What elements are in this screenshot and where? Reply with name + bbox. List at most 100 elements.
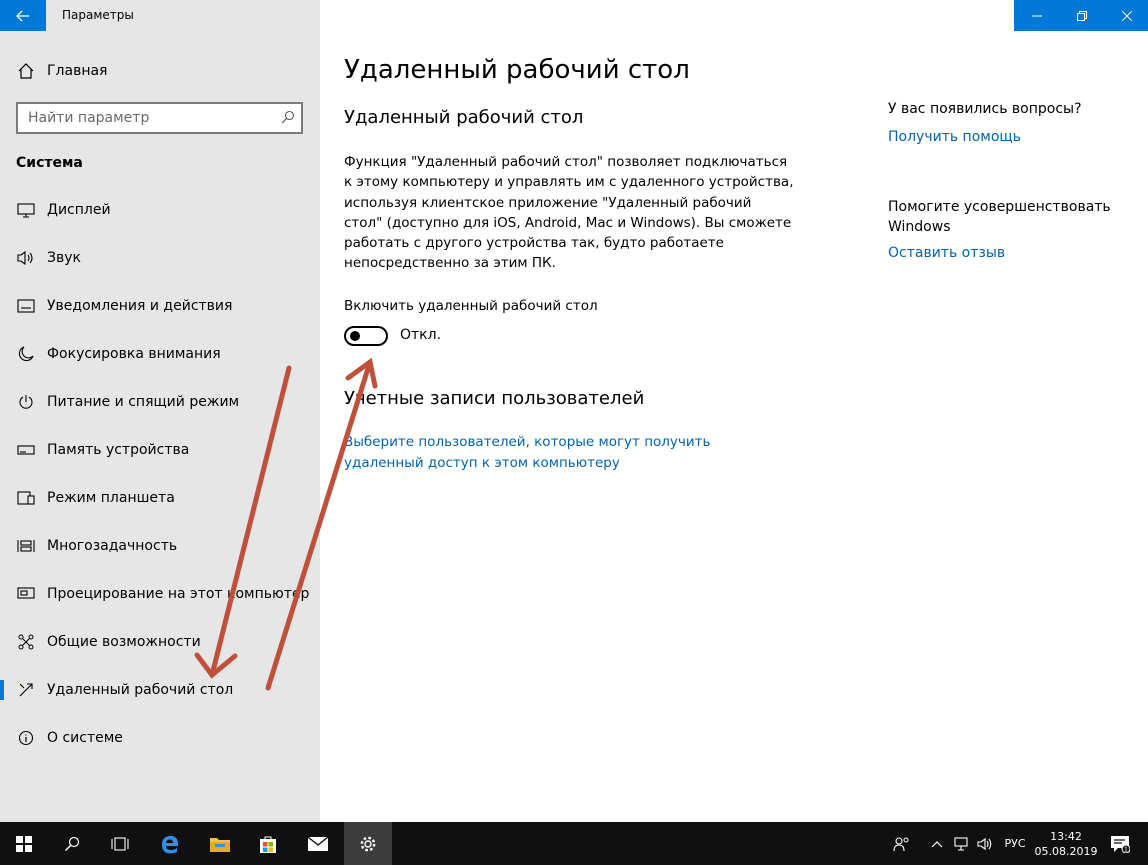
sidebar-item-about[interactable]: О системе	[0, 718, 320, 758]
toggle-knob	[350, 331, 360, 341]
shared-experiences-icon	[16, 632, 36, 652]
clock-date: 05.08.2019	[1034, 844, 1098, 858]
sidebar-item-label: Память устройства	[47, 442, 190, 458]
speaker-icon	[16, 248, 36, 268]
language-indicator[interactable]: РУС	[1000, 822, 1030, 865]
sidebar-item-focus-assist[interactable]: Фокусировка внимания	[0, 334, 320, 374]
sidebar-item-multitasking[interactable]: Многозадачность	[0, 526, 320, 566]
tablet-icon	[16, 488, 36, 508]
remote-desktop-toggle[interactable]	[344, 326, 388, 346]
section-title: Удаленный рабочий стол	[344, 107, 584, 128]
multitasking-icon	[16, 536, 36, 556]
sidebar-item-sound[interactable]: Звук	[0, 238, 320, 278]
sidebar-item-shared-experiences[interactable]: Общие возможности	[0, 622, 320, 662]
action-center-button[interactable]: 1	[1104, 822, 1136, 865]
main-content: Удаленный рабочий стол Удаленный рабочий…	[320, 0, 1148, 822]
volume-icon	[977, 837, 992, 850]
sidebar-item-label: Удаленный рабочий стол	[47, 682, 234, 698]
sidebar-item-display[interactable]: Дисплей	[0, 190, 320, 230]
chevron-up-icon	[931, 840, 943, 847]
file-explorer-button[interactable]	[196, 822, 244, 865]
edge-icon	[162, 835, 178, 853]
notification-count: 1	[1124, 846, 1128, 852]
settings-button[interactable]	[344, 822, 392, 865]
back-arrow-icon	[16, 10, 29, 21]
people-button[interactable]	[888, 822, 916, 865]
window-controls	[1014, 0, 1148, 31]
clock[interactable]: 13:42 05.08.2019	[1034, 822, 1098, 865]
storage-icon	[16, 440, 36, 460]
help-question: У вас появились вопросы?	[888, 101, 1082, 117]
display-icon	[16, 200, 36, 220]
toggle-label: Включить удаленный рабочий стол	[344, 298, 598, 314]
taskbar: РУС 13:42 05.08.2019 1	[0, 822, 1148, 865]
sidebar-section-title: Система	[16, 155, 83, 171]
mail-icon	[307, 835, 329, 851]
show-hidden-icons-button[interactable]	[926, 822, 948, 865]
window-title: Параметры	[62, 8, 134, 22]
clock-time: 13:42	[1050, 829, 1082, 843]
sidebar-item-label: Режим планшета	[47, 490, 175, 506]
search-icon	[65, 836, 80, 851]
page-title: Удаленный рабочий стол	[344, 55, 690, 85]
power-icon	[16, 392, 36, 412]
sidebar-item-label: Уведомления и действия	[47, 298, 233, 314]
title-bar: Параметры	[0, 0, 320, 31]
store-button[interactable]	[244, 822, 292, 865]
sidebar-item-notifications[interactable]: Уведомления и действия	[0, 286, 320, 326]
select-users-link[interactable]: Выберите пользователей, которые могут по…	[344, 432, 794, 474]
projection-icon	[16, 584, 36, 604]
people-icon	[893, 836, 909, 851]
give-feedback-link[interactable]: Оставить отзыв	[888, 245, 1005, 261]
restore-button[interactable]	[1059, 0, 1104, 31]
improve-windows-text: Помогите усовершенствовать Windows	[888, 199, 1111, 235]
search-input[interactable]: Найти параметр	[16, 102, 303, 134]
back-button[interactable]	[0, 0, 46, 31]
sidebar-item-projection[interactable]: Проецирование на этот компьютер	[0, 574, 320, 614]
minimize-icon	[1031, 15, 1042, 16]
sidebar-item-label: Звук	[47, 250, 81, 266]
store-icon	[260, 836, 276, 853]
task-view-button[interactable]	[96, 822, 144, 865]
sidebar-item-tablet-mode[interactable]: Режим планшета	[0, 478, 320, 518]
remote-desktop-icon	[16, 680, 36, 700]
sidebar-item-label: Дисплей	[47, 202, 111, 218]
mail-button[interactable]	[294, 822, 342, 865]
get-help-link[interactable]: Получить помощь	[888, 129, 1021, 145]
task-view-icon	[111, 836, 129, 851]
sidebar-item-storage[interactable]: Память устройства	[0, 430, 320, 470]
sidebar-item-label: Питание и спящий режим	[47, 394, 240, 410]
description-text: Функция "Удаленный рабочий стол" позволя…	[344, 154, 794, 272]
volume-button[interactable]	[974, 822, 996, 865]
search-placeholder: Найти параметр	[28, 110, 150, 126]
search-button[interactable]	[48, 822, 96, 865]
minimize-button[interactable]	[1014, 0, 1059, 31]
sidebar-item-label: Фокусировка внимания	[47, 346, 221, 362]
notifications-icon: 1	[1111, 835, 1130, 853]
sidebar-item-label: О системе	[47, 730, 123, 746]
network-icon	[954, 836, 968, 851]
notifications-icon	[16, 296, 36, 316]
sidebar-item-remote-desktop[interactable]: Удаленный рабочий стол	[0, 670, 320, 710]
start-button[interactable]	[0, 822, 48, 865]
search-icon	[281, 110, 295, 124]
info-icon	[16, 728, 36, 748]
restore-icon	[1076, 10, 1087, 21]
sidebar-item-label: Многозадачность	[47, 538, 178, 554]
sidebar-item-label: Проецирование на этот компьютер	[47, 586, 310, 602]
close-button[interactable]	[1104, 0, 1148, 31]
network-button[interactable]	[950, 822, 972, 865]
sidebar-item-label: Общие возможности	[47, 634, 201, 650]
edge-browser-button[interactable]	[146, 822, 194, 865]
windows-logo-icon	[16, 835, 32, 852]
close-icon	[1121, 10, 1132, 21]
accounts-section-title: Учетные записи пользователей	[344, 388, 645, 409]
folder-icon	[210, 837, 230, 852]
gear-icon	[360, 836, 376, 851]
home-icon	[16, 61, 36, 81]
sidebar: Параметры Главная Найти параметр Система…	[0, 0, 320, 822]
sidebar-item-power[interactable]: Питание и спящий режим	[0, 382, 320, 422]
sidebar-item-label: Главная	[47, 63, 108, 79]
sidebar-item-home[interactable]: Главная	[0, 58, 320, 84]
moon-icon	[16, 344, 36, 364]
